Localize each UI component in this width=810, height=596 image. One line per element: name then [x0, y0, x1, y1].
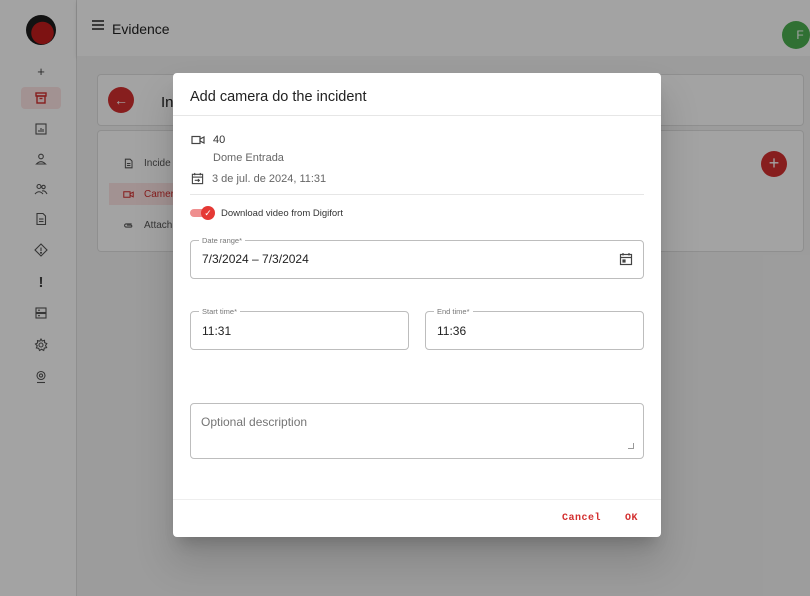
date-range-value[interactable]: 7/3/2024 – 7/3/2024 [202, 252, 309, 266]
date-range-label: Date range* [199, 235, 246, 246]
download-toggle-row: ✓ Download video from Digifort [190, 206, 343, 220]
resize-grip-icon[interactable] [628, 443, 634, 449]
description-field[interactable] [190, 403, 644, 459]
actions-divider [173, 499, 661, 500]
ok-button[interactable]: OK [625, 513, 638, 524]
start-time-label: Start time* [199, 306, 241, 317]
calendar-arrow-icon [191, 172, 204, 185]
date-range-field[interactable]: Date range* 7/3/2024 – 7/3/2024 [190, 235, 644, 279]
calendar-icon[interactable] [619, 252, 633, 266]
camera-date-row: 3 de jul. de 2024, 11:31 [191, 172, 326, 185]
title-divider [173, 115, 661, 116]
dialog-title: Add camera do the incident [190, 89, 367, 105]
download-toggle[interactable]: ✓ [190, 206, 215, 220]
description-input[interactable] [201, 415, 621, 443]
cancel-button[interactable]: Cancel [562, 513, 601, 524]
camera-icon [191, 135, 205, 145]
end-time-value[interactable]: 11:36 [437, 324, 466, 338]
download-toggle-label: Download video from Digifort [221, 207, 343, 219]
end-time-label: End time* [434, 306, 473, 317]
add-camera-dialog: Add camera do the incident 40 Dome Entra… [173, 73, 661, 537]
camera-id-row: 40 [191, 134, 225, 146]
end-time-field[interactable]: End time* 11:36 [425, 306, 644, 350]
camera-id: 40 [213, 134, 226, 146]
camera-name: Dome Entrada [213, 152, 284, 164]
camera-date: 3 de jul. de 2024, 11:31 [212, 172, 327, 185]
info-divider [190, 194, 644, 195]
start-time-field[interactable]: Start time* 11:31 [190, 306, 409, 350]
check-icon: ✓ [201, 206, 215, 220]
start-time-value[interactable]: 11:31 [202, 324, 231, 338]
